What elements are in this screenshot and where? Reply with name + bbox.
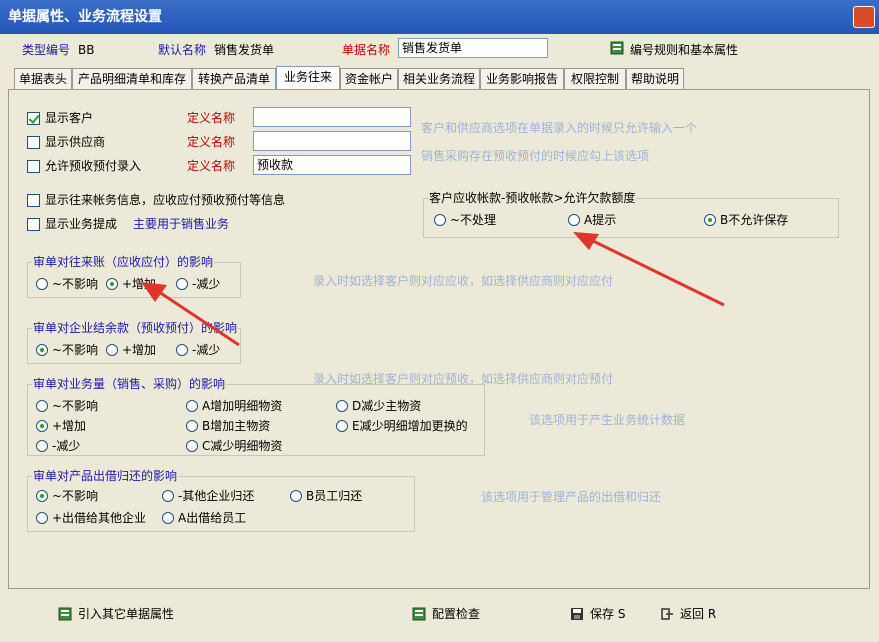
ar-no-effect-radio[interactable] <box>36 278 48 290</box>
volume-reduce-detail-replace-radio[interactable] <box>336 420 348 432</box>
supplier-define-name-label: 定义名称 <box>187 135 236 149</box>
volume-increase-radio[interactable] <box>36 420 48 432</box>
default-name-label: 默认名称 <box>158 43 207 57</box>
volume-reduce-detail-label: C减少明细物资 <box>202 439 283 453</box>
volume-impact-group-title: 审单对业务量（销售、采购）的影响 <box>32 376 227 392</box>
import-sheet-icon <box>58 607 72 621</box>
bottom-toolbar: 引入其它单据属性 配置检查 保存 S 返回 R <box>0 594 879 642</box>
settings-sheet-icon <box>610 41 624 55</box>
supplier-define-name-input[interactable] <box>253 131 411 151</box>
prepay-define-name-label: 定义名称 <box>187 159 236 173</box>
customer-define-name-input[interactable] <box>253 107 411 127</box>
balance-no-effect-radio[interactable] <box>36 344 48 356</box>
volume-add-main-label: B增加主物资 <box>202 419 271 433</box>
lend-other-company-return-label: -其他企业归还 <box>178 489 255 503</box>
lend-return-impact-group: 审单对产品出借归还的影响 ~不影响 -其他企业归还 B员工归还 +出借给其他企业… <box>27 468 415 532</box>
volume-impact-group: 审单对业务量（销售、采购）的影响 ~不影响 A增加明细物资 D减少主物资 +增加… <box>27 376 485 456</box>
import-properties-button[interactable]: 引入其它单据属性 <box>78 603 174 625</box>
volume-increase-label: +增加 <box>52 419 87 433</box>
lend-to-company-radio[interactable] <box>36 512 48 524</box>
lend-return-impact-group-title: 审单对产品出借归还的影响 <box>32 468 179 484</box>
tab-panel-business-dealings: 显示客户 定义名称 显示供应商 定义名称 允许预收预付录入 定义名称 预收款 客… <box>8 89 870 589</box>
volume-reduce-main-radio[interactable] <box>336 400 348 412</box>
numbering-rules-button[interactable]: 编号规则和基本属性 <box>630 40 738 60</box>
lend-employee-return-label: B员工归还 <box>306 489 363 503</box>
credit-prompt-radio[interactable] <box>568 214 580 226</box>
commission-note: 主要用于销售业务 <box>133 217 230 231</box>
default-name-value: 销售发货单 <box>214 43 275 57</box>
ar-increase-radio[interactable] <box>106 278 118 290</box>
volume-add-detail-label: A增加明细物资 <box>202 399 283 413</box>
volume-reduce-main-label: D减少主物资 <box>352 399 422 413</box>
tab-permissions[interactable]: 权限控制 <box>564 68 626 89</box>
credit-prompt-label: A提示 <box>584 213 617 227</box>
window-title-bar: 单据属性、业务流程设置 <box>0 0 879 34</box>
doc-name-label: 单据名称 <box>342 43 391 57</box>
lend-no-effect-label: ~不影响 <box>52 489 99 503</box>
volume-no-effect-label: ~不影响 <box>52 399 99 413</box>
tab-help[interactable]: 帮助说明 <box>626 68 684 89</box>
config-check-button[interactable]: 配置检查 <box>432 603 480 625</box>
volume-reduce-detail-radio[interactable] <box>186 440 198 452</box>
save-button[interactable]: 保存 S <box>590 603 625 625</box>
show-supplier-label: 显示供应商 <box>45 135 106 149</box>
volume-reduce-detail-replace-label: E减少明细增加更换的 <box>352 419 468 433</box>
doc-name-input[interactable]: 销售发货单 <box>398 38 548 58</box>
type-code-label: 类型编号 <box>22 43 71 57</box>
prepay-define-name-input[interactable]: 预收款 <box>253 155 411 175</box>
show-supplier-checkbox[interactable] <box>27 136 40 149</box>
lend-to-employee-radio[interactable] <box>162 512 174 524</box>
lend-employee-return-radio[interactable] <box>290 490 302 502</box>
volume-add-detail-radio[interactable] <box>186 400 198 412</box>
show-customer-label: 显示客户 <box>45 111 94 125</box>
hint-lend: 该选项用于管理产品的出借和归还 <box>481 490 662 504</box>
hint-prepay: 销售采购存在预收预付的时候应勾上该选项 <box>421 149 650 163</box>
check-config-icon <box>412 607 426 621</box>
type-code-value: BB <box>78 43 95 57</box>
credit-limit-group-title: 客户应收帐款-预收帐款>允许欠款额度 <box>428 190 637 206</box>
return-button[interactable]: 返回 R <box>680 603 716 625</box>
lend-to-company-label: +出借给其他企业 <box>52 511 147 525</box>
annotation-arrow-credit <box>573 232 725 307</box>
tab-related-flow[interactable]: 相关业务流程 <box>398 68 480 89</box>
volume-decrease-radio[interactable] <box>36 440 48 452</box>
volume-add-main-radio[interactable] <box>186 420 198 432</box>
close-button[interactable] <box>853 6 875 28</box>
allow-prepay-label: 允许预收预付录入 <box>45 159 142 173</box>
window-title: 单据属性、业务流程设置 <box>8 9 162 25</box>
tab-business-dealings[interactable]: 业务往来 <box>276 66 340 90</box>
lend-to-employee-label: A出借给员工 <box>178 511 247 525</box>
dialog-body: 类型编号 BB 默认名称 销售发货单 单据名称 销售发货单 编号规则和基本属性 … <box>0 34 879 642</box>
tab-product-detail[interactable]: 产品明细清单和库存 <box>72 68 192 89</box>
tab-impact-report[interactable]: 业务影响报告 <box>480 68 564 89</box>
credit-no-action-radio[interactable] <box>434 214 446 226</box>
hint-ar-ap: 录入时如选择客户则对应应收，如选择供应商则对应应付 <box>313 274 614 288</box>
hint-customer-supplier: 客户和供应商选项在单据录入的时候只允许输入一个 <box>421 121 698 135</box>
show-customer-checkbox[interactable] <box>27 112 40 125</box>
return-icon <box>661 608 673 620</box>
annotation-arrow-ar <box>141 282 240 347</box>
show-account-info-checkbox[interactable] <box>27 194 40 207</box>
volume-decrease-label: -减少 <box>52 439 81 453</box>
volume-no-effect-radio[interactable] <box>36 400 48 412</box>
show-commission-label: 显示业务提成 <box>45 217 118 231</box>
tab-convert-products[interactable]: 转换产品清单 <box>192 68 276 89</box>
show-commission-checkbox[interactable] <box>27 218 40 231</box>
tab-fund-accounts[interactable]: 资金帐户 <box>340 68 398 89</box>
credit-block-save-label: B不允许保存 <box>720 213 789 227</box>
ar-no-effect-label: ~不影响 <box>52 277 99 291</box>
credit-block-save-radio[interactable] <box>704 214 716 226</box>
lend-no-effect-radio[interactable] <box>36 490 48 502</box>
balance-no-effect-label: ~不影响 <box>52 343 99 357</box>
credit-no-action-label: ~不处理 <box>450 213 497 227</box>
tab-doc-header[interactable]: 单据表头 <box>14 68 72 89</box>
balance-increase-radio[interactable] <box>106 344 118 356</box>
hint-volume: 该选项用于产生业务统计数据 <box>529 413 686 427</box>
allow-prepay-checkbox[interactable] <box>27 160 40 173</box>
customer-define-name-label: 定义名称 <box>187 111 236 125</box>
ar-ap-impact-group-title: 审单对往来账（应收应付）的影响 <box>32 254 215 270</box>
show-account-info-label: 显示往来帐务信息，应收应付预收预付等信息 <box>45 193 286 207</box>
lend-other-company-return-radio[interactable] <box>162 490 174 502</box>
save-disk-icon <box>571 608 583 620</box>
